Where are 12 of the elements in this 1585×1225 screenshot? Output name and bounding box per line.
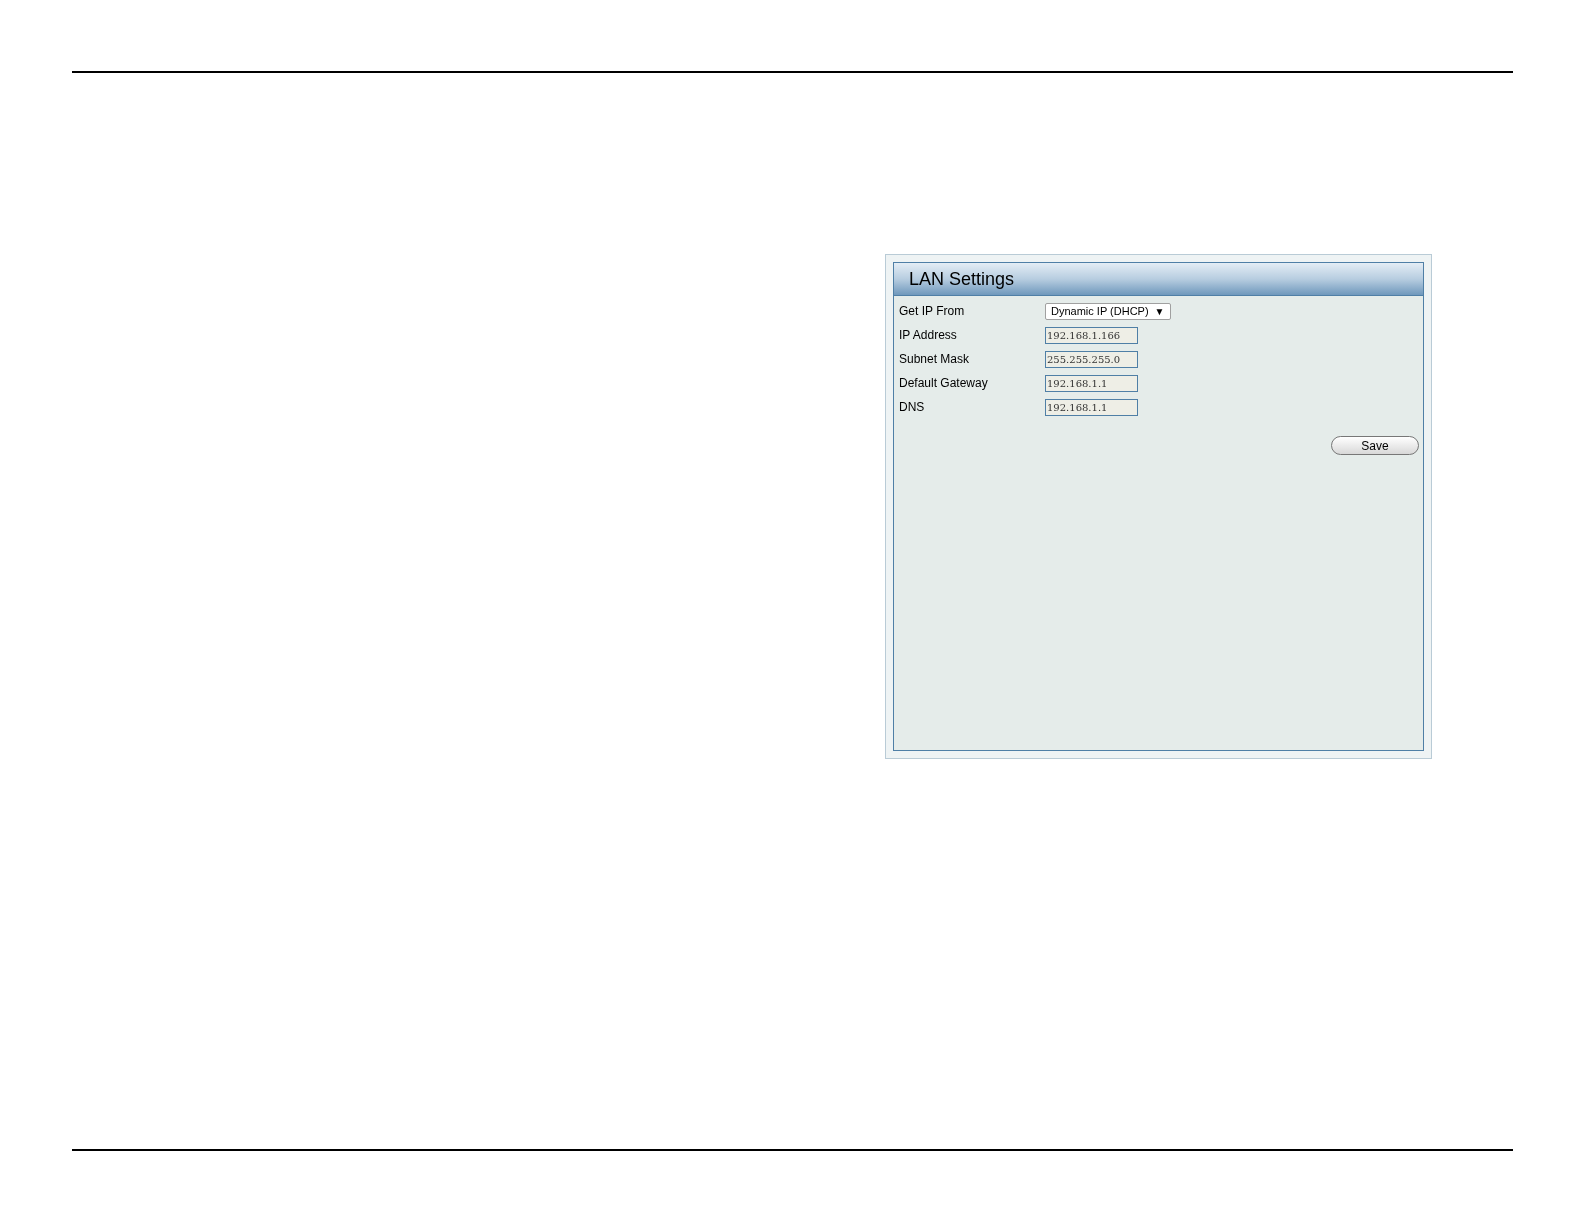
- panel-title: LAN Settings: [894, 263, 1423, 296]
- field-label: IP Address: [899, 327, 958, 344]
- field-label: DNS: [899, 399, 926, 416]
- field-label: Subnet Mask: [899, 351, 971, 368]
- input-field[interactable]: 255.255.255.0: [1045, 350, 1138, 368]
- save-button[interactable]: Save: [1331, 436, 1419, 455]
- field-label: Get IP From: [899, 303, 966, 320]
- input-field[interactable]: 192.168.1.1: [1045, 398, 1138, 416]
- input-field[interactable]: 192.168.1.1: [1045, 374, 1138, 392]
- dropdown[interactable]: Dynamic IP (DHCP) ▼: [1045, 302, 1171, 320]
- input-field[interactable]: 192.168.1.166: [1045, 326, 1138, 344]
- field-label: Default Gateway: [899, 375, 989, 392]
